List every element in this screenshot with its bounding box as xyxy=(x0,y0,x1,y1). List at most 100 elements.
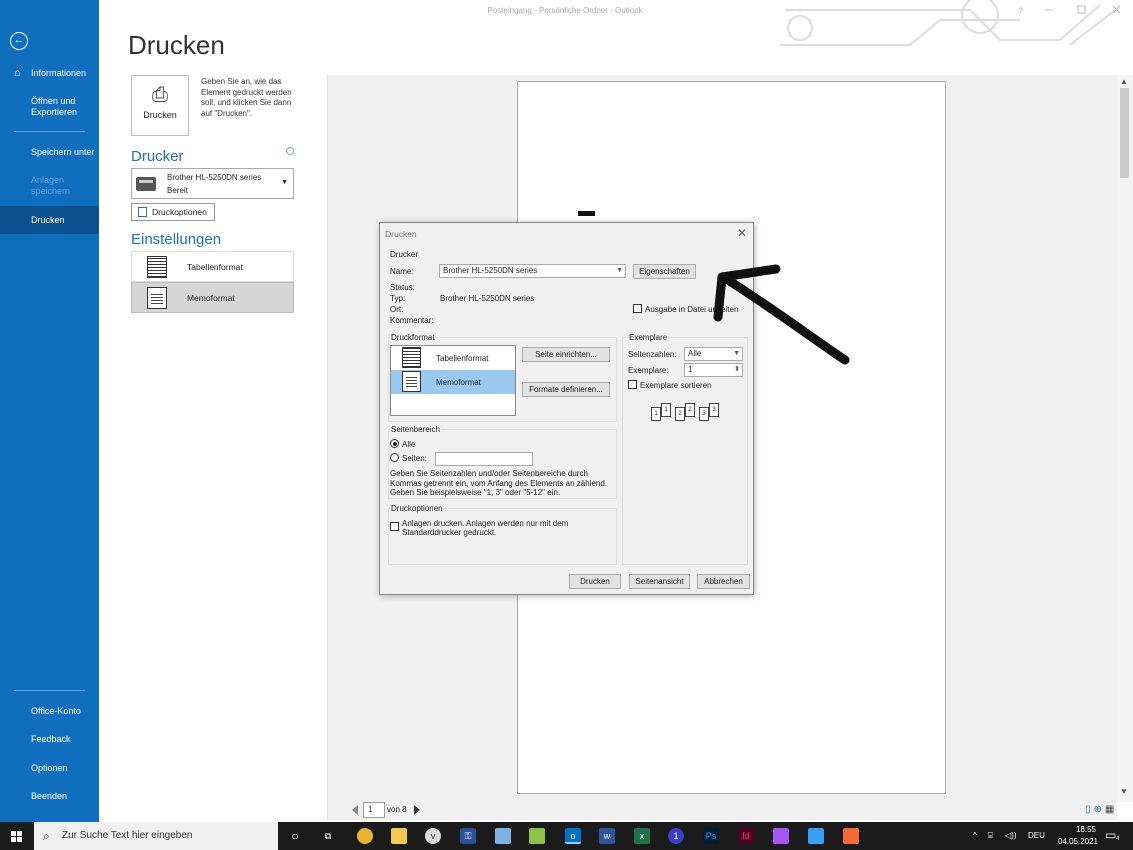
format-option-memo[interactable]: Memoformat xyxy=(131,282,294,313)
print-button[interactable]: ⎙ Drucken xyxy=(131,75,189,136)
onepassword-icon[interactable]: 1 xyxy=(668,828,684,844)
collate-checkbox[interactable] xyxy=(628,380,637,389)
page-numbers-label: Seitenzahlen: xyxy=(628,350,677,359)
chevron-down-icon: ▼ xyxy=(281,179,288,186)
range-pages-label: Seiten: xyxy=(402,454,427,463)
scroll-up-icon[interactable]: ▲ xyxy=(1120,77,1128,86)
maximize-icon xyxy=(1077,5,1086,14)
actual-size-icon[interactable]: ⊕ xyxy=(1094,804,1105,815)
copies-label: Exemplare: xyxy=(628,366,669,375)
back-arrow-icon[interactable]: ← xyxy=(10,32,28,50)
word-icon[interactable]: w xyxy=(599,828,615,844)
notepad-icon[interactable] xyxy=(529,828,545,844)
output-file-checkbox[interactable] xyxy=(633,304,642,313)
single-page-icon[interactable]: ▯ xyxy=(1085,804,1094,815)
indesign-icon[interactable]: Id xyxy=(738,828,754,844)
format-label: Memoformat xyxy=(436,378,481,387)
photoshop-icon[interactable]: Ps xyxy=(703,828,719,844)
table-format-icon xyxy=(402,347,421,368)
window-title: Posteingang - Persönliche Ordner - Outlo… xyxy=(487,6,643,15)
nav-item-label: Anlagen speichern xyxy=(31,175,71,196)
next-page-icon[interactable] xyxy=(414,805,420,815)
format-list[interactable]: Tabellenformat Memoformat xyxy=(390,345,516,416)
print-options-button[interactable]: Druckoptionen xyxy=(131,203,215,221)
copies-value: 1 xyxy=(688,365,693,374)
affinity-designer-icon[interactable] xyxy=(808,828,824,844)
preview-scrollbar[interactable]: ▲ ▼ xyxy=(1117,75,1133,802)
page-number-input[interactable]: 1 xyxy=(363,802,385,818)
network-icon[interactable]: ⌸ xyxy=(988,831,993,841)
nav-item-label: Office-Konto xyxy=(31,706,81,716)
dialog-preview-button[interactable]: Seitenansicht xyxy=(629,574,690,589)
range-all-radio[interactable] xyxy=(390,439,399,448)
nav-separator xyxy=(14,690,85,691)
info-icon[interactable] xyxy=(286,147,294,155)
nav-item-drucken[interactable]: Drucken xyxy=(0,206,99,234)
nav-item-office-konto[interactable]: Office-Konto xyxy=(0,706,99,717)
previous-page-icon[interactable] xyxy=(352,805,358,815)
printer-status: Bereit xyxy=(167,186,188,195)
multi-page-icon[interactable]: ▦ xyxy=(1105,804,1117,815)
nav-item-oeffnen-exportieren[interactable]: Öffnen und Exportieren xyxy=(0,96,99,118)
tray-overflow-icon[interactable]: ^ xyxy=(973,831,977,840)
print-description: Geben Sie an, wie das Element gedruckt w… xyxy=(201,77,292,118)
format-label: Memoformat xyxy=(187,293,235,303)
windows-start-icon[interactable] xyxy=(11,831,23,842)
help-icon: ? xyxy=(1018,6,1023,16)
define-formats-button[interactable]: Formate definieren... xyxy=(522,382,610,397)
nav-item-informationen[interactable]: ⌂ Informationen xyxy=(0,68,99,79)
keepass-icon[interactable]: ⚿ xyxy=(460,828,476,844)
list-item[interactable]: Tabellenformat xyxy=(391,346,515,370)
page-setup-button[interactable]: Seite einrichten... xyxy=(522,347,610,362)
list-item[interactable]: Memoformat xyxy=(391,370,515,394)
nav-item-feedback[interactable]: Feedback xyxy=(0,734,99,745)
nav-item-optionen[interactable]: Optionen xyxy=(0,763,99,774)
nav-item-beenden[interactable]: Beenden xyxy=(0,791,99,802)
cortana-icon[interactable]: ○ xyxy=(287,828,303,844)
preview-content-mark xyxy=(578,211,595,216)
nav-separator xyxy=(14,131,85,132)
printer-name-select[interactable]: Brother HL-5250DN series ▼ xyxy=(439,264,626,278)
scroll-down-icon[interactable]: ▼ xyxy=(1120,787,1128,796)
chrome-icon[interactable] xyxy=(357,828,373,844)
range-help-text: Geben Sie Seitenzahlen und/oder Seitenbe… xyxy=(390,469,608,497)
range-pages-input[interactable] xyxy=(435,452,533,466)
location-label: Ort: xyxy=(390,305,404,314)
clock-time[interactable]: 18:55 xyxy=(1066,825,1106,834)
dialog-print-button[interactable]: Drucken xyxy=(569,574,621,589)
excel-icon[interactable]: x xyxy=(634,828,650,844)
options-icon xyxy=(138,207,147,217)
nav-item-label: Beenden xyxy=(31,791,68,801)
nav-item-anlagen-speichern: Anlagen speichern xyxy=(0,175,99,197)
taskbar-search-input[interactable]: ⌕ Zur Suche Text hier eingeben xyxy=(34,822,278,850)
dialog-cancel-button[interactable]: Abbrechen xyxy=(697,574,750,589)
printer-heading: Drucker xyxy=(131,148,184,165)
outlook-icon[interactable]: o xyxy=(565,828,581,844)
affinity-publisher-icon[interactable] xyxy=(843,828,859,844)
language-indicator[interactable]: DEU xyxy=(1028,831,1045,840)
memo-format-icon xyxy=(147,287,167,309)
format-label: Tabellenformat xyxy=(436,354,489,363)
format-option-table[interactable]: Tabellenformat xyxy=(131,251,294,282)
properties-button[interactable]: Eigenschaften xyxy=(633,264,696,279)
range-pages-radio[interactable] xyxy=(390,453,399,462)
file-explorer-icon[interactable] xyxy=(391,828,407,844)
scrollbar-thumb[interactable] xyxy=(1120,88,1129,178)
close-icon[interactable]: ✕ xyxy=(737,226,747,240)
print-attachments-checkbox[interactable] xyxy=(390,522,399,531)
affinity-photo-icon[interactable] xyxy=(773,828,789,844)
printer-select[interactable]: Brother HL-5250DN series Bereit ▼ xyxy=(131,168,294,199)
volume-icon[interactable]: ◁)) xyxy=(1005,831,1016,840)
type-label: Typ: xyxy=(390,294,406,303)
notification-icon[interactable]: ▭ xyxy=(1105,828,1116,842)
nav-item-label: Informationen xyxy=(31,68,87,78)
printer-name-value: Brother HL-5250DN series xyxy=(443,266,538,275)
notification-count: 4 xyxy=(1116,836,1120,842)
search-icon: ⌕ xyxy=(43,829,50,843)
vivaldi-icon[interactable]: v xyxy=(425,828,441,844)
chevron-down-icon: ▼ xyxy=(616,267,623,274)
task-view-icon[interactable]: ⧉ xyxy=(320,828,336,844)
nav-item-speichern-unter[interactable]: Speichern unter xyxy=(0,147,99,158)
notes-app-icon[interactable] xyxy=(495,828,511,844)
clock-date[interactable]: 04.05.2021 xyxy=(1051,837,1105,846)
